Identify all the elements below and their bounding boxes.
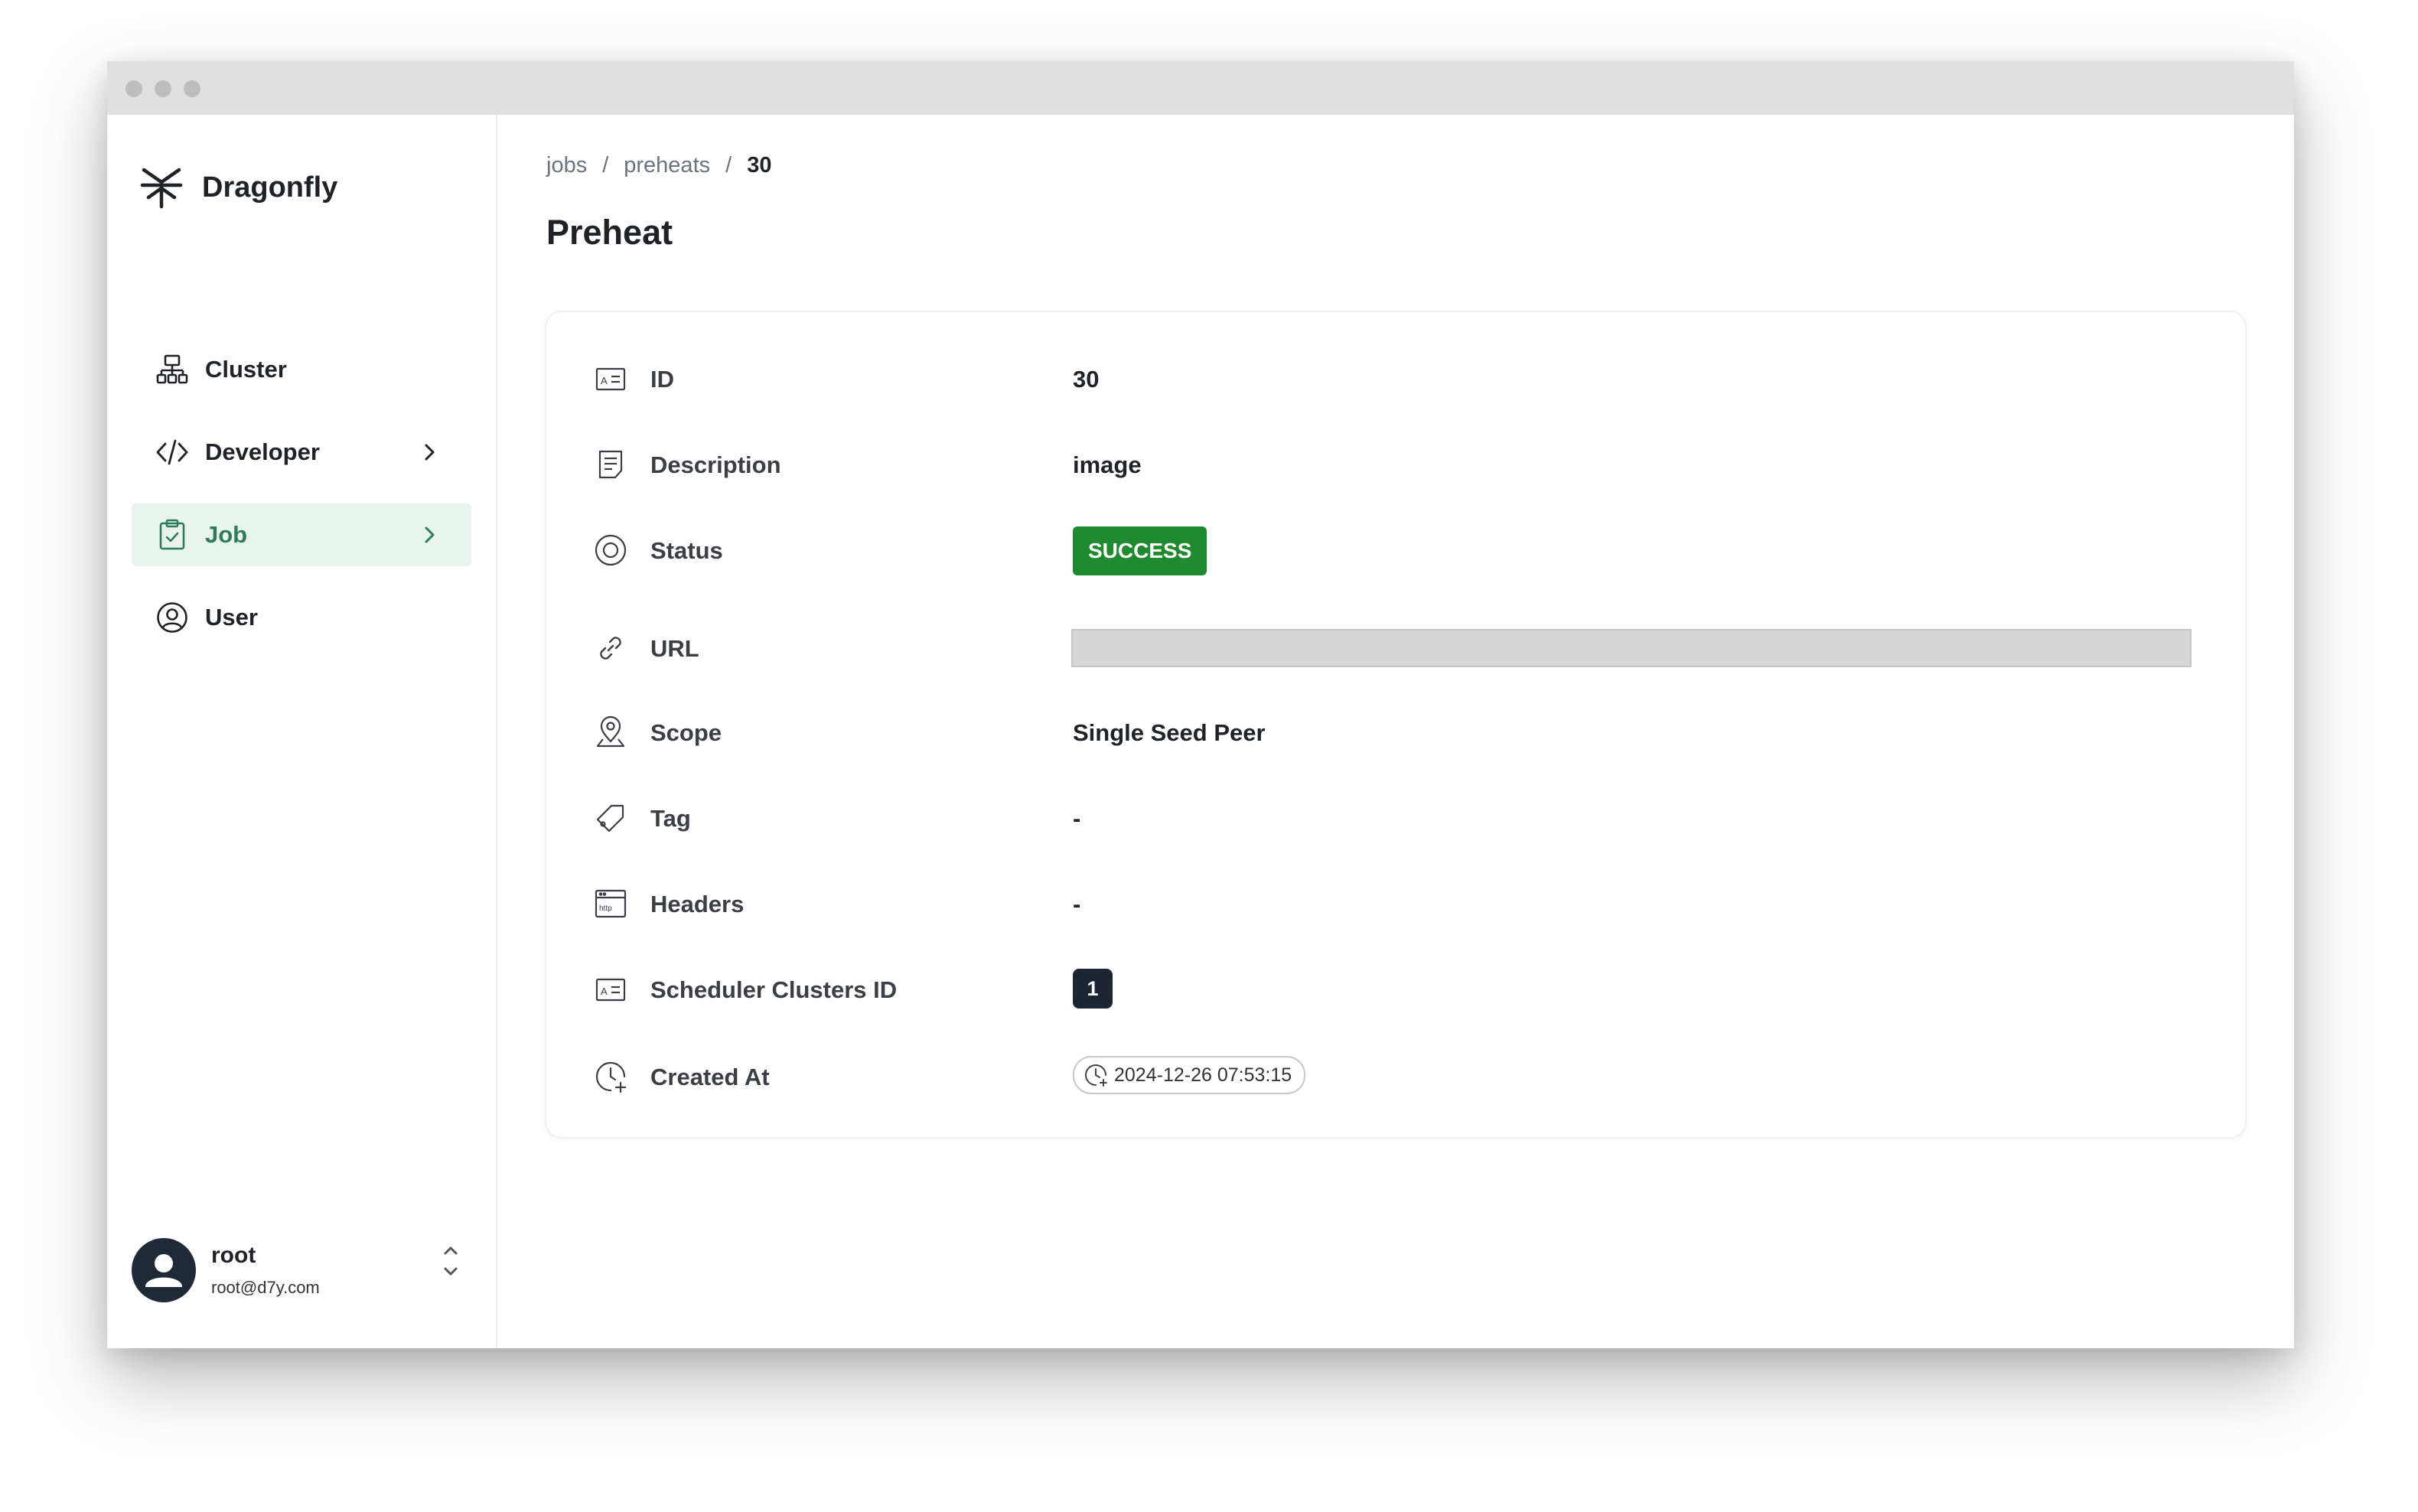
detail-label: Scope [650,719,722,746]
svg-text:http: http [599,904,612,913]
clock-icon [1085,1064,1107,1087]
detail-row-scheduler-clusters: A Scheduler Clusters ID 1 [546,963,2245,1016]
preheat-details-card: A ID 30 Description image Status SUCCESS… [545,311,2247,1139]
sidebar-item-label: Cluster [205,356,287,383]
sidebar-item-developer[interactable]: Developer [132,421,471,484]
sidebar-item-cluster[interactable]: Cluster [132,338,471,401]
main-content: jobs / preheats / 30 Preheat A ID 30 Des… [497,115,2294,1348]
status-badge: SUCCESS [1073,526,1207,575]
id-card-icon: A [595,978,626,1002]
created-at-value: 2024-12-26 07:53:15 [1114,1064,1292,1086]
cluster-icon [156,354,188,384]
sidebar-item-label: Developer [205,438,320,465]
user-circle-icon [157,602,187,633]
document-icon [598,450,623,479]
window-close-dot[interactable] [125,80,142,97]
user-email: root@d7y.com [211,1278,320,1297]
sidebar: Dragonfly Cluster Developer Job User roo… [107,115,497,1348]
sidebar-item-label: Job [205,521,248,548]
clipboard-check-icon [159,519,185,550]
brand[interactable]: Dragonfly [139,165,337,210]
breadcrumb-current: 30 [747,153,772,178]
code-icon [156,439,188,465]
breadcrumb: jobs / preheats / 30 [546,153,771,178]
tag-value: - [1073,805,1081,832]
user-account-menu[interactable]: root root@d7y.com [132,1238,471,1307]
avatar [132,1238,196,1302]
chevron-right-icon [425,444,435,461]
window-titlebar [107,61,2294,115]
detail-label: Status [650,537,723,564]
detail-row-tag: Tag - [546,791,2245,845]
detail-label: ID [650,366,674,393]
chevron-right-icon [425,526,435,543]
svg-text:A: A [601,375,608,386]
description-value: image [1073,451,1142,478]
detail-row-url: URL [546,621,2245,675]
detail-row-scope: Scope Single Seed Peer [546,705,2245,759]
detail-row-status: Status SUCCESS [546,523,2245,577]
sidebar-item-user[interactable]: User [132,586,471,649]
window-maximize-dot[interactable] [184,80,200,97]
breadcrumb-separator: / [725,153,732,178]
user-name: root [211,1243,256,1268]
created-at-chip: 2024-12-26 07:53:15 [1073,1056,1306,1094]
page-title: Preheat [546,213,673,252]
sidebar-item-job[interactable]: Job [132,503,471,566]
id-card-icon: A [595,367,626,391]
detail-label: Created At [650,1064,770,1090]
status-ring-icon [595,534,627,566]
sidebar-item-label: User [205,604,258,631]
detail-label: Description [650,451,781,478]
detail-row-description: Description image [546,438,2245,491]
url-redacted-value [1071,629,2192,667]
chevron-up-down-icon[interactable] [439,1241,462,1281]
svg-text:A: A [601,986,608,997]
headers-value: - [1073,891,1081,917]
tag-icon [596,804,624,833]
detail-label: Tag [650,805,691,832]
app-window: Dragonfly Cluster Developer Job User roo… [107,61,2294,1348]
detail-row-created-at: Created At 2024-12-26 07:53:15 [546,1050,2245,1103]
clock-plus-icon [595,1061,627,1093]
scheduler-cluster-id-chip: 1 [1073,969,1113,1009]
person-icon [145,1254,182,1287]
window-minimize-dot[interactable] [155,80,171,97]
detail-row-id: A ID 30 [546,352,2245,406]
job-id-value: 30 [1073,366,1100,393]
detail-row-headers: http Headers - [546,877,2245,930]
detail-label: Headers [650,891,745,917]
brand-name: Dragonfly [202,171,338,204]
scope-value: Single Seed Peer [1073,719,1266,746]
map-pin-icon [596,715,625,748]
detail-label: Scheduler Clusters ID [650,976,898,1003]
detail-label: URL [650,635,699,662]
dragonfly-logo-icon [140,168,183,209]
breadcrumb-preheats-link[interactable]: preheats [624,153,710,178]
http-headers-icon: http [595,889,627,918]
link-icon [600,637,621,660]
breadcrumb-separator: / [602,153,609,178]
breadcrumb-jobs-link[interactable]: jobs [546,153,587,178]
